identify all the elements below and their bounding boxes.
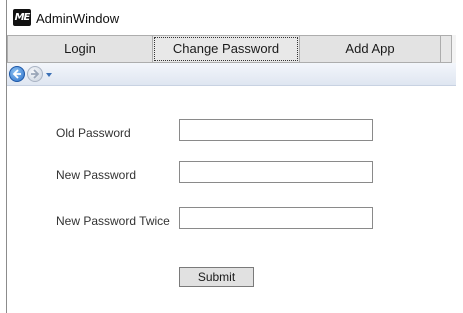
forward-arrow-icon[interactable] [27, 66, 43, 82]
tab-login[interactable]: Login [7, 35, 153, 63]
window-title: AdminWindow [36, 11, 120, 26]
navigation-bar [7, 63, 456, 86]
new-password-twice-label: New Password Twice [56, 214, 170, 228]
back-arrow-icon[interactable] [9, 66, 25, 82]
submit-button[interactable]: Submit [179, 267, 254, 287]
tab-strip-overflow [451, 35, 456, 63]
tab-add-app[interactable]: Add App [299, 35, 441, 63]
chevron-down-icon[interactable] [46, 73, 52, 77]
app-logo-icon: ME [13, 9, 31, 26]
old-password-field[interactable] [179, 119, 373, 141]
new-password-field[interactable] [179, 161, 373, 183]
old-password-label: Old Password [56, 126, 131, 140]
tab-change-password[interactable]: Change Password [152, 35, 300, 63]
new-password-twice-field[interactable] [179, 207, 373, 229]
new-password-label: New Password [56, 168, 137, 182]
